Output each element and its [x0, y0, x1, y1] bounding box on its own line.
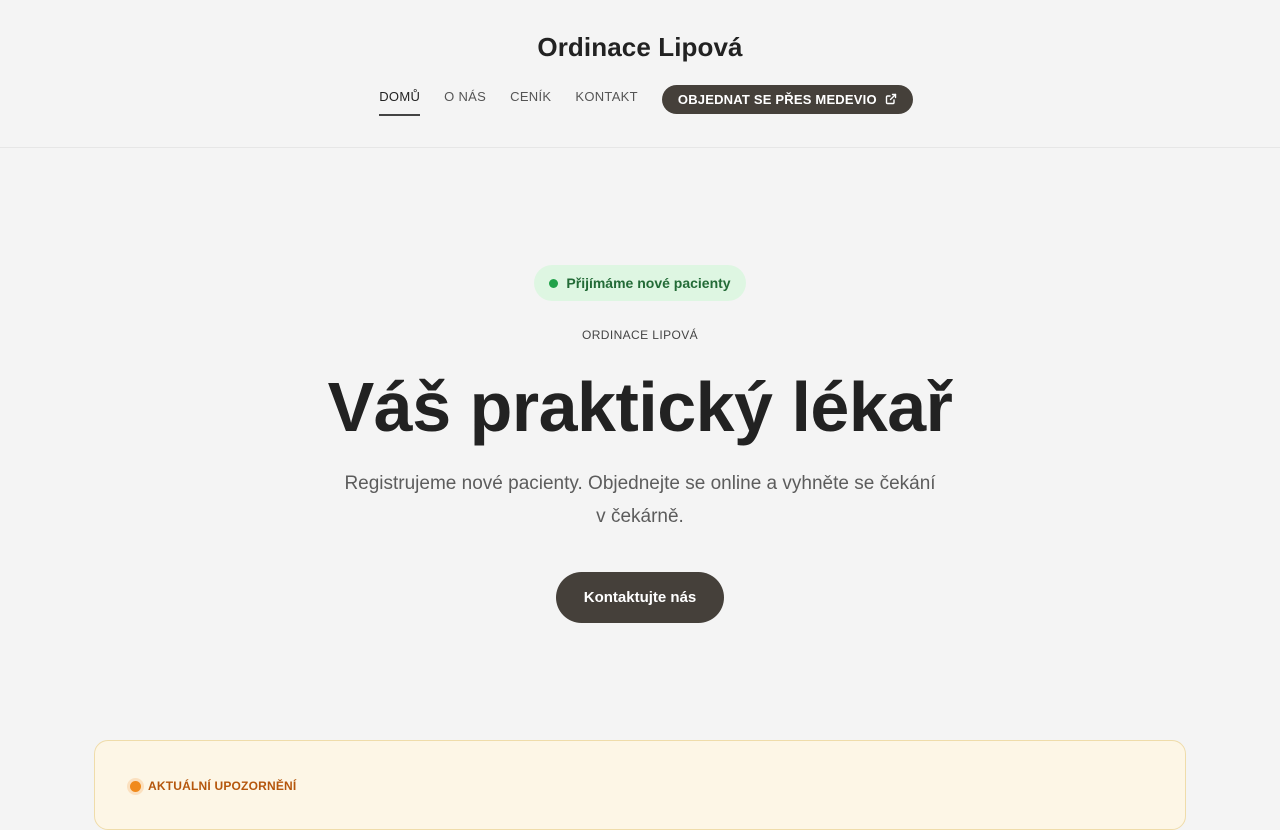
external-link-icon	[885, 93, 897, 105]
book-via-medevio-label: OBJEDNAT SE PŘES MEDEVIO	[677, 91, 877, 107]
nav-pricing[interactable]: CENÍK	[510, 82, 551, 116]
current-notice-header: AKTUÁLNÍ UPOZORNĚNÍ	[130, 779, 296, 793]
contact-us-button[interactable]: Kontaktujte nás	[556, 572, 724, 623]
current-notice-card: AKTUÁLNÍ UPOZORNĚNÍ	[94, 740, 1186, 830]
site-header: Ordinace Lipová DOMŮ O NÁS CENÍK KONTAKT…	[0, 0, 1280, 148]
hero-subtitle: Registrujeme nové pacienty. Objednejte s…	[344, 473, 936, 527]
hero-title: Váš praktický lékař	[327, 368, 953, 446]
status-dot-icon	[549, 278, 559, 288]
book-via-medevio-button[interactable]: OBJEDNAT SE PŘES MEDEVIO	[661, 84, 913, 114]
nav-home[interactable]: DOMŮ	[379, 82, 421, 116]
current-notice-label: AKTUÁLNÍ UPOZORNĚNÍ	[148, 779, 297, 793]
nav-about[interactable]: O NÁS	[444, 82, 486, 116]
main-nav: DOMŮ O NÁS CENÍK KONTAKT OBJEDNAT SE PŘE…	[0, 82, 1280, 116]
hero-eyebrow: ORDINACE LIPOVÁ	[581, 328, 699, 342]
notice-dot-icon	[130, 780, 141, 792]
accepting-patients-badge: Přijímáme nové pacienty	[534, 265, 746, 301]
accepting-patients-label: Přijímáme nové pacienty	[566, 275, 731, 291]
site-logo-title[interactable]: Ordinace Lipová	[0, 32, 1280, 63]
nav-contact[interactable]: KONTAKT	[575, 82, 638, 116]
